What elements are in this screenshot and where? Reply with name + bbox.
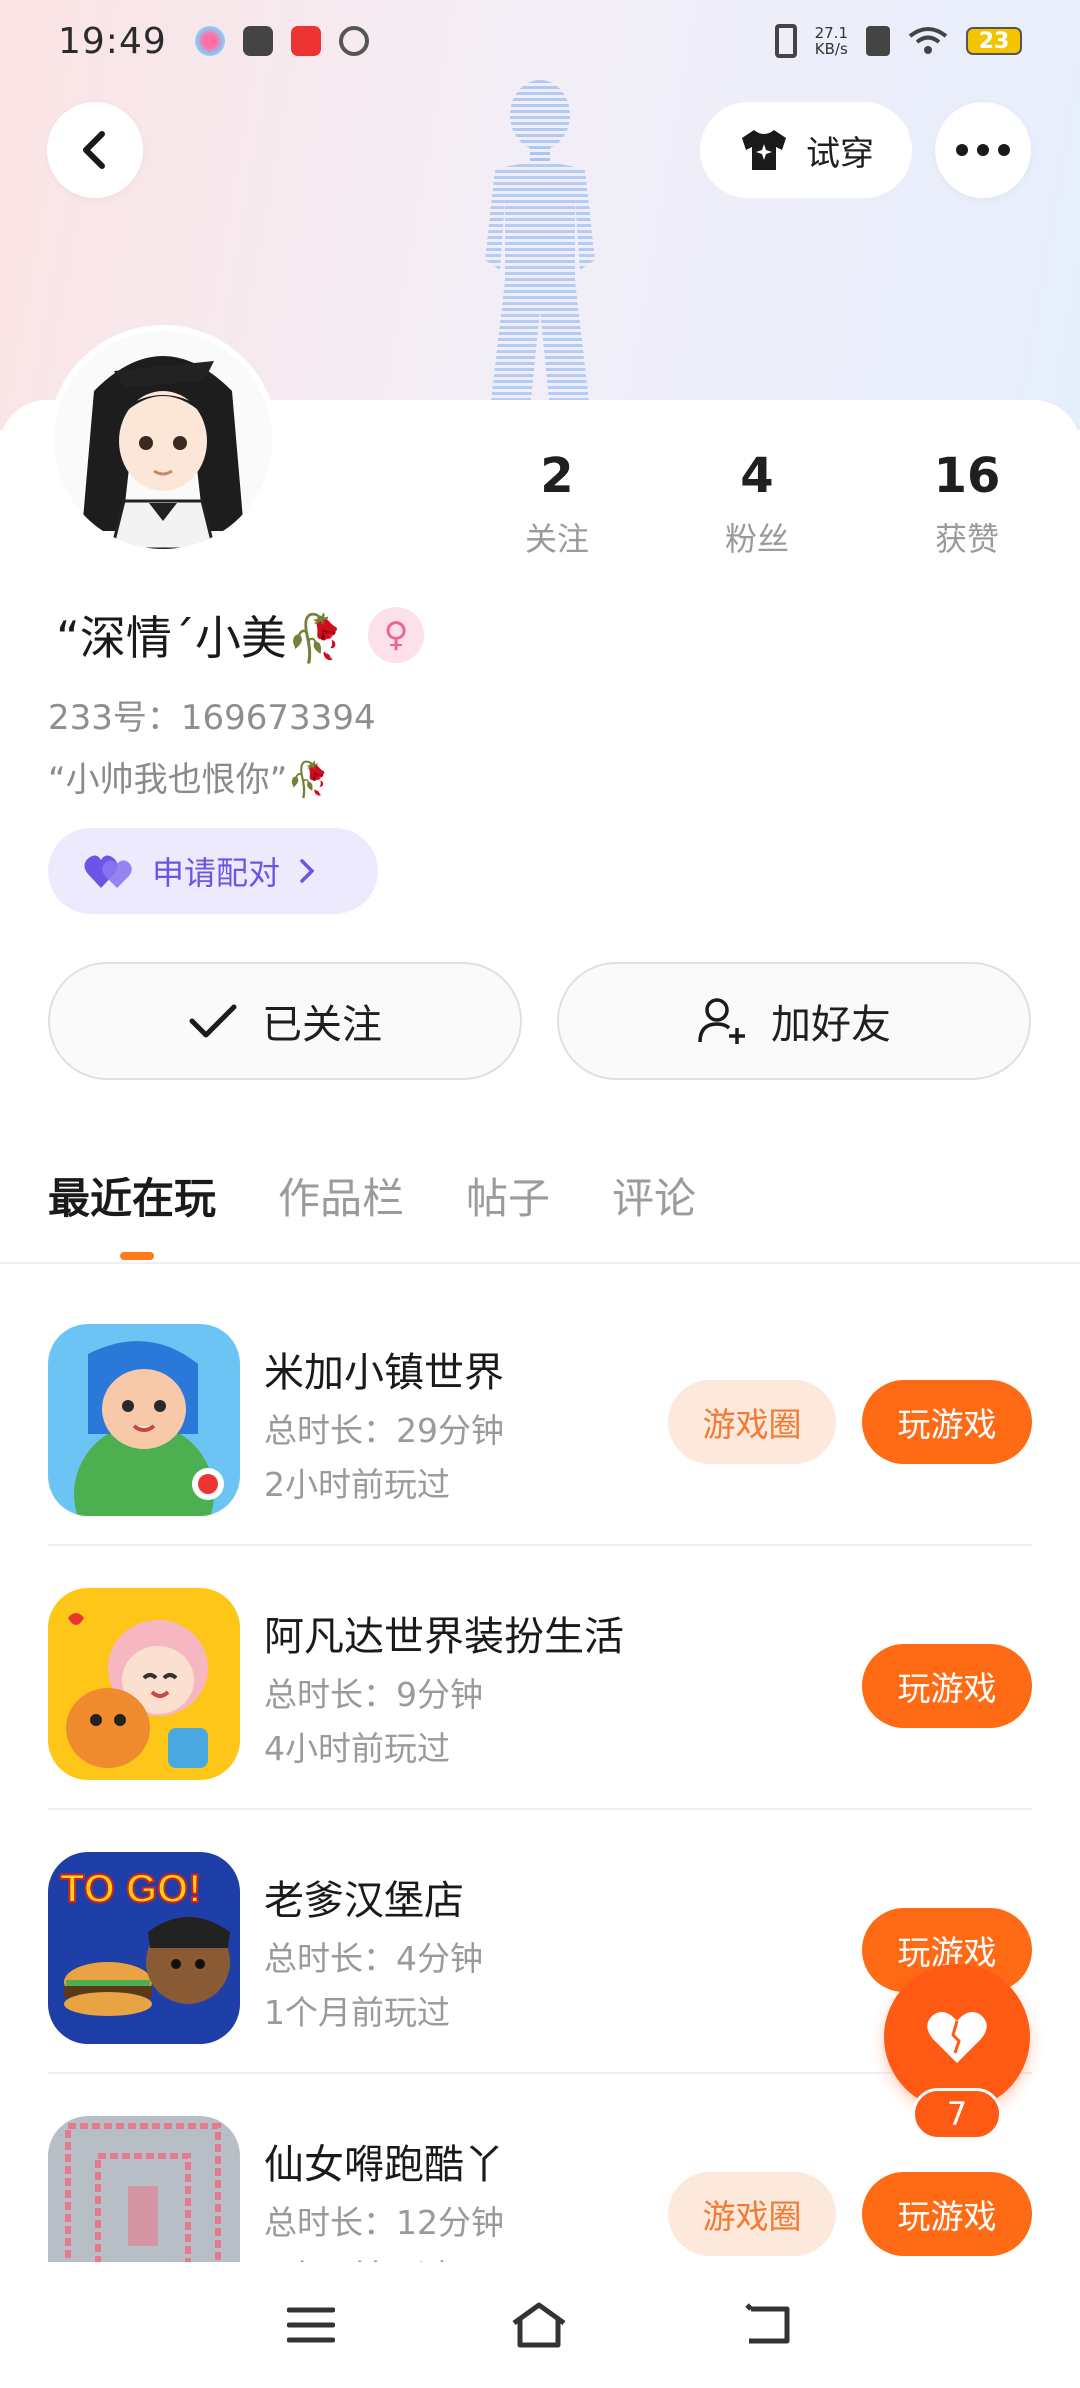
- nickname-row: “深情´小美🥀 ♀: [56, 602, 425, 668]
- game-duration: 总时长：12分钟: [264, 2203, 504, 2242]
- tab-recently-played[interactable]: 最近在玩: [48, 1165, 216, 1226]
- account-id: 233号：169673394: [48, 698, 376, 738]
- stat-following[interactable]: 2 关注: [497, 446, 617, 560]
- back-nav-icon[interactable]: [743, 2303, 793, 2347]
- tabs-divider: [0, 1262, 1080, 1264]
- back-button[interactable]: [47, 102, 143, 198]
- avatar-world-icon: [48, 1588, 240, 1780]
- chevron-left-icon: [83, 131, 105, 169]
- game-last-played: 2小时前玩过: [264, 1465, 450, 1504]
- wifi-icon: [908, 27, 948, 54]
- status-time: 19:49: [58, 20, 167, 62]
- vibrate-icon: [774, 24, 797, 58]
- stat-following-label: 关注: [524, 520, 589, 558]
- followed-button[interactable]: 已关注: [48, 962, 522, 1080]
- heart-icon: [927, 2012, 987, 2063]
- followed-label: 已关注: [262, 1002, 382, 1048]
- game-icon-miga-town[interactable]: [48, 1324, 240, 1516]
- female-gender-icon: ♀: [368, 607, 425, 663]
- to-go-logo-text: TO GO!: [60, 1867, 201, 1911]
- game-last-played: 4小时前玩过: [264, 1729, 450, 1768]
- like-count-badge: 7: [912, 2088, 1002, 2140]
- nickname: “深情´小美🥀: [56, 611, 345, 665]
- try-on-button[interactable]: 试穿: [700, 102, 912, 198]
- tshirt-icon: [742, 130, 786, 170]
- stat-following-value: 2: [540, 448, 574, 504]
- planet-notification-icon: [338, 26, 369, 56]
- system-navigation-bar: [0, 2262, 1080, 2388]
- game-last-played: 1个月前玩过: [264, 1993, 450, 2032]
- avatar-model-figure: [485, 80, 595, 410]
- tab-posts[interactable]: 帖子: [466, 1165, 550, 1226]
- game-list-item[interactable]: 阿凡达世界装扮生活 总时长：9分钟 4小时前玩过 玩游戏: [0, 1546, 1080, 1810]
- notification-icons: [194, 26, 369, 56]
- chevron-right-icon: [300, 859, 315, 883]
- home-icon[interactable]: [510, 2301, 568, 2349]
- game-list-item[interactable]: 米加小镇世界 总时长：29分钟 2小时前玩过 游戏圈 玩游戏: [0, 1282, 1080, 1546]
- net-speed-value: 27.1: [814, 24, 848, 42]
- try-on-label: 试穿: [806, 133, 874, 174]
- news-notification-icon: [290, 26, 321, 56]
- apply-match-button[interactable]: 申请配对: [48, 828, 378, 914]
- stat-likes[interactable]: 16 获赞: [897, 446, 1037, 560]
- game-name: 仙女嘚跑酷丫: [264, 2142, 504, 2188]
- double-heart-icon: [84, 855, 132, 888]
- user-avatar[interactable]: [48, 325, 278, 555]
- game-circle-button[interactable]: 游戏圈: [668, 1380, 836, 1464]
- add-friend-button[interactable]: 加好友: [557, 962, 1031, 1080]
- stat-followers-value: 4: [740, 448, 774, 504]
- game-circle-button[interactable]: 游戏圈: [668, 2172, 836, 2256]
- papa-burger-icon: TO GO!: [48, 1852, 240, 2044]
- apply-match-label: 申请配对: [152, 854, 281, 892]
- checkmark-icon: [189, 1004, 237, 1038]
- game-duration: 总时长：4分钟: [264, 1939, 483, 1978]
- profile-tabs: 最近在玩 作品栏 帖子 评论: [48, 1165, 696, 1226]
- game-icon-avatar-world[interactable]: [48, 1588, 240, 1780]
- add-user-icon: [698, 998, 745, 1044]
- game-duration: 总时长：9分钟: [264, 1675, 483, 1714]
- stat-likes-value: 16: [933, 448, 1001, 504]
- miga-town-icon: [48, 1324, 240, 1516]
- stat-followers[interactable]: 4 粉丝: [617, 446, 897, 560]
- book-notification-icon: [242, 26, 273, 56]
- game-duration: 总时长：29分钟: [264, 1411, 504, 1450]
- anime-girl-avatar-image: [54, 331, 272, 549]
- stat-likes-label: 获赞: [934, 520, 999, 558]
- more-options-button[interactable]: [935, 102, 1031, 198]
- active-tab-indicator: [120, 1252, 154, 1260]
- game-name: 阿凡达世界装扮生活: [264, 1614, 624, 1660]
- menu-icon[interactable]: [287, 2306, 336, 2344]
- play-game-button[interactable]: 玩游戏: [862, 1644, 1032, 1728]
- network-speed: 27.1 KB/s: [815, 25, 848, 57]
- stat-followers-label: 粉丝: [724, 520, 789, 558]
- app-notification-icon: [194, 26, 225, 56]
- tab-works[interactable]: 作品栏: [278, 1165, 404, 1226]
- game-icon-papa-burger[interactable]: TO GO!: [48, 1852, 240, 2044]
- status-bar: 19:49 27.1 KB/s 23: [0, 0, 1080, 82]
- net-speed-unit: KB/s: [814, 40, 848, 58]
- more-dots-icon: [956, 144, 1010, 156]
- play-game-button[interactable]: 玩游戏: [862, 1380, 1032, 1464]
- user-bio: “小帅我也恨你”🥀: [48, 760, 330, 800]
- add-friend-label: 加好友: [771, 1002, 891, 1048]
- game-name: 米加小镇世界: [264, 1350, 504, 1396]
- tab-comments[interactable]: 评论: [612, 1165, 696, 1226]
- no-sim-icon: [866, 26, 890, 56]
- game-name: 老爹汉堡店: [264, 1878, 464, 1924]
- profile-stats: 2 关注 4 粉丝 16 获赞: [497, 446, 1037, 560]
- play-game-button[interactable]: 玩游戏: [862, 2172, 1032, 2256]
- battery-indicator: 23: [966, 27, 1022, 55]
